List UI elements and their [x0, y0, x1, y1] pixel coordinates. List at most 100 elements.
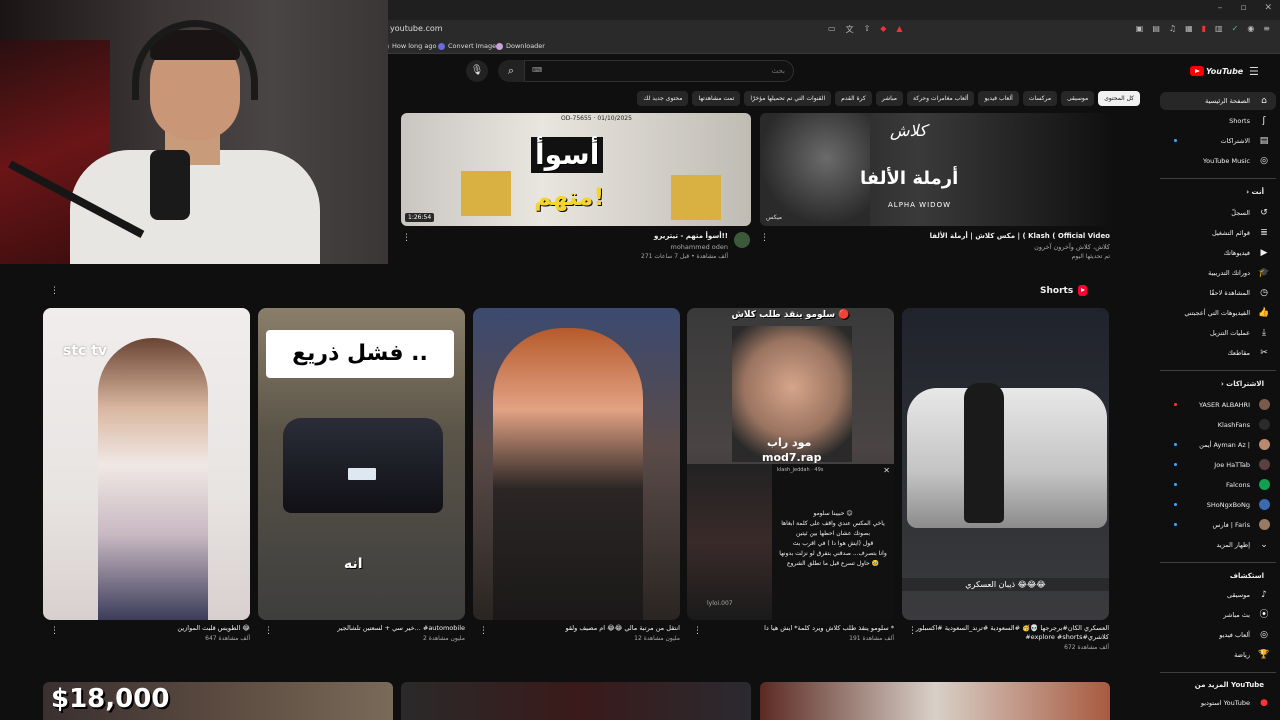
video-thumbnail[interactable]: كلاش أرملة الألفا ALPHA WIDOW ميكس	[760, 113, 1110, 226]
sidebar-item-studio[interactable]: استوديو YouTube ●	[1160, 694, 1276, 712]
chip[interactable]: كرة القدم	[835, 91, 872, 106]
sidebar-item-music-explore[interactable]: موسيقى ♪	[1160, 586, 1276, 604]
channel-avatar	[1259, 499, 1270, 510]
media-icon[interactable]: ♫	[1169, 24, 1176, 33]
video-thumbnail[interactable]	[401, 682, 751, 720]
chip[interactable]: محتوى جديد لك	[637, 91, 689, 106]
bookmark-downloader[interactable]: Downloader	[496, 42, 545, 50]
chip[interactable]: مركسات	[1022, 91, 1058, 106]
chip[interactable]: موسيقى	[1061, 91, 1095, 106]
sidebar-item-gaming[interactable]: ألعاب فيديو ◎	[1160, 626, 1276, 644]
video-thumbnail[interactable]: OD-75655 · 01/10/2025 أسوأ متهم! 1:26:54	[401, 113, 751, 226]
sidebar-you-heading[interactable]: › أنت	[1160, 188, 1276, 196]
short-title[interactable]: الطويس قلبت الموازين 😂	[43, 624, 250, 633]
short-views: 12 مليون مشاهدة	[634, 635, 680, 642]
sidebar-item-music[interactable]: YouTube Music ◎	[1160, 152, 1276, 170]
youtube-logo[interactable]: YouTube	[1190, 66, 1243, 76]
sidebar-item-watch-later[interactable]: المشاهدة لاحقًا ◷	[1160, 284, 1276, 302]
guide-sidebar: الصفحة الرئيسية ⌂ Shorts ʃ الاشتراكات ▤ You…	[1160, 90, 1280, 720]
video-title[interactable]: مكس كلاش | أرملة الألفا | ( Klash ( Offi…	[780, 232, 1110, 240]
search-icon: ⌕	[507, 64, 515, 77]
video-thumbnail[interactable]	[760, 682, 1110, 720]
chip[interactable]: كل المحتوى	[1098, 91, 1140, 106]
vpn-icon[interactable]: ✓	[1232, 24, 1239, 33]
short-thumbnail[interactable]: سلومو ينقذ طلب كلاش 🔴 مود راب mod7.rap l…	[687, 308, 894, 620]
chip[interactable]: القنوات التي تم تحميلها مؤخرًا	[744, 91, 832, 106]
chip[interactable]: مباشر	[875, 91, 903, 106]
shelf-options-icon[interactable]: ⋮	[50, 286, 59, 296]
sidebar-item-sports[interactable]: رياضة 🏆	[1160, 646, 1276, 664]
sidebar-sub-item[interactable]: Joe HaTTab	[1160, 456, 1276, 474]
sidebar-show-more[interactable]: إظهار المزيد ⌄	[1160, 536, 1276, 554]
channel-name[interactable]: كلاش، كلاش وآخرون آخرون	[780, 243, 1110, 251]
short-title[interactable]: العسكري الكان#برجرجها 💀🥳 #السعودية #ترند…	[902, 624, 1109, 642]
short-title[interactable]: سلومو ينقذ طلب كلاش ويرد كلمة* ايش هيا د…	[687, 624, 894, 633]
sidebar-item-clips[interactable]: مقاطعك ✂	[1160, 344, 1276, 362]
maximize-icon[interactable]: ▫	[1240, 3, 1246, 13]
sidebar-sub-item[interactable]: SHoNgxBoNg	[1160, 496, 1276, 514]
short-thumbnail[interactable]	[473, 308, 680, 620]
sidebar-divider	[1160, 178, 1276, 179]
screen: – ▫ ✕ youtube.com ▭ 文 ⇧ ◆ ▲ ▣ ▤ ♫ ▦ ▮ ▥ …	[0, 0, 1280, 720]
ext-c-icon[interactable]: ▥	[1215, 24, 1223, 33]
sidebar-toggle-icon[interactable]: ▣	[1136, 24, 1144, 33]
sidebar-item-playlists[interactable]: قوائم التشغيل ≣	[1160, 224, 1276, 242]
sidebar-item-subscriptions[interactable]: الاشتراكات ▤	[1160, 132, 1276, 150]
sidebar-sub-item[interactable]: KlashFans	[1160, 416, 1276, 434]
sidebar-divider	[1160, 370, 1276, 371]
microphone	[150, 150, 190, 220]
bookmark-convert-image[interactable]: Convert Image	[438, 42, 496, 50]
live-dot	[1174, 403, 1177, 406]
short-title[interactable]: خير سي + لسعتين تلشالجير... #automobile	[258, 624, 465, 633]
sidebar-sub-item[interactable]: أيمن Ayman Az |	[1160, 436, 1276, 454]
minimize-icon[interactable]: –	[1218, 3, 1223, 13]
more-options-icon[interactable]: ⋮	[760, 233, 769, 243]
close-icon[interactable]: ✕	[1264, 3, 1272, 13]
wallet-icon[interactable]: ▤	[1152, 24, 1160, 33]
sidebar-item-liked[interactable]: الفيديوهات التي أعجبتني 👍	[1160, 304, 1276, 322]
close-icon[interactable]: ✕	[883, 466, 890, 475]
sidebar-item-shorts[interactable]: Shorts ʃ	[1160, 112, 1276, 130]
channel-name[interactable]: mohammed oden	[560, 243, 729, 251]
guide-menu-icon[interactable]: ☰	[1249, 65, 1259, 78]
translate-icon[interactable]: 文	[846, 24, 854, 35]
sidebar-sub-item[interactable]: YASER ALBAHRI	[1160, 396, 1276, 414]
voice-search-button[interactable]: 🎙	[466, 60, 488, 82]
share-icon[interactable]: ⇧	[864, 24, 871, 35]
sidebar-item-courses[interactable]: دوراتك التدريبية 🎓	[1160, 264, 1276, 282]
short-title[interactable]: انتقل من مرتبة مالي 😂😂 ام مصيف ولقو	[473, 624, 680, 633]
sidebar-item-live[interactable]: بث مباشر ⦿	[1160, 606, 1276, 624]
url-field[interactable]: youtube.com	[390, 24, 443, 33]
more-options-icon[interactable]: ⋮	[402, 233, 411, 243]
shield-icon[interactable]: ◆	[880, 24, 886, 35]
new-content-dot	[1174, 443, 1177, 446]
profile-icon[interactable]: ◉	[1247, 24, 1254, 33]
video-title[interactable]: أسوأ متهم - تيتريرو!!	[560, 232, 728, 240]
chip[interactable]: ألعاب فيديو	[978, 91, 1019, 106]
short-thumbnail[interactable]: فشل ذريع .. انه	[258, 308, 465, 620]
chip[interactable]: تمت مشاهدتها	[692, 91, 741, 106]
short-thumbnail[interactable]: ذيبان العسكري 😂😂😂	[902, 308, 1109, 620]
search-button[interactable]: ⌕	[498, 60, 524, 82]
keyboard-icon[interactable]: ⌨	[532, 66, 542, 74]
chip[interactable]: ألعاب مغامرات وحركة	[907, 91, 975, 106]
sidebar-item-your-videos[interactable]: فيديوهاتك ▶	[1160, 244, 1276, 262]
thumb-envelope	[461, 171, 511, 216]
extension-badge-icon[interactable]: ▲	[896, 24, 902, 35]
video-thumbnail[interactable]: $18,000	[43, 682, 393, 720]
channel-avatar[interactable]	[734, 232, 750, 248]
sidebar-subs-heading[interactable]: › الاشتراكات	[1160, 380, 1276, 388]
search-input[interactable]	[524, 60, 794, 82]
sidebar-item-history[interactable]: السجلّ ↺	[1160, 204, 1276, 222]
sidebar-sub-item[interactable]: فارس | Faris	[1160, 516, 1276, 534]
short-thumbnail[interactable]: stc tv	[43, 308, 250, 620]
ext-b-icon[interactable]: ▮	[1202, 24, 1206, 33]
ext-a-icon[interactable]: ▦	[1185, 24, 1193, 33]
bookmark-how-long-ago[interactable]: How long ago	[382, 42, 436, 50]
sidebar-divider	[1160, 562, 1276, 563]
sidebar-sub-item[interactable]: Falcons	[1160, 476, 1276, 494]
cast-icon[interactable]: ▭	[828, 24, 836, 35]
sidebar-item-downloads[interactable]: عمليات التنزيل ⤓	[1160, 324, 1276, 342]
menu-icon[interactable]: ≡	[1263, 24, 1270, 33]
sidebar-item-home[interactable]: الصفحة الرئيسية ⌂	[1160, 92, 1276, 110]
